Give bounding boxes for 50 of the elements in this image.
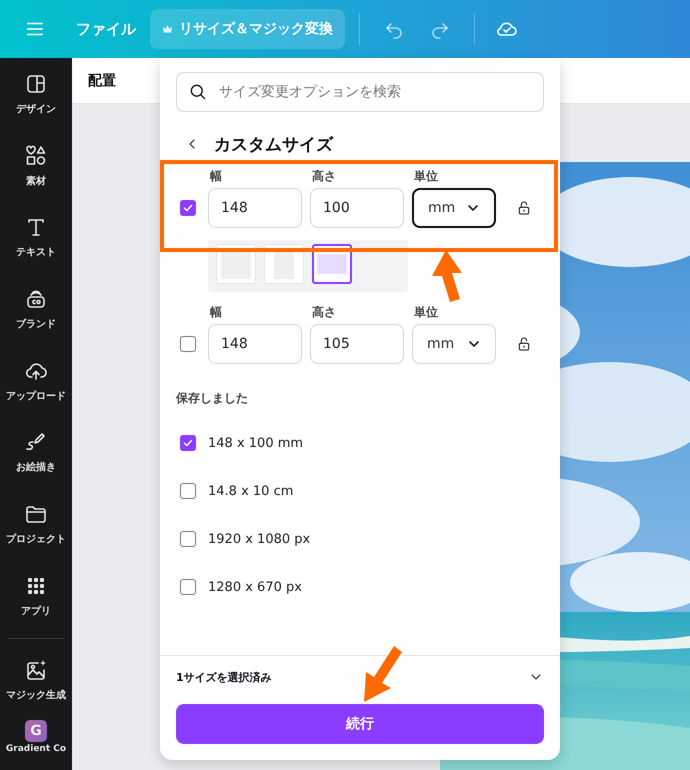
field-label: 幅 — [210, 304, 223, 321]
height-field[interactable]: 100 — [310, 188, 404, 228]
panel-title: カスタムサイズ — [214, 134, 333, 156]
saved-size-label: 14.8 x 10 cm — [208, 484, 294, 498]
saved-size-label: 1920 x 1080 px — [208, 532, 310, 546]
field-label: 幅 — [210, 168, 223, 185]
sidebar-item[interactable]: デザイン — [0, 58, 72, 130]
field-label: 単位 — [414, 168, 439, 185]
image-sparkle-icon — [24, 658, 48, 682]
sidebar-item[interactable]: アプリ — [0, 560, 72, 632]
position-label: 配置 — [88, 72, 116, 90]
field-label: 単位 — [414, 304, 439, 321]
checkmark-icon — [182, 437, 194, 449]
padlock-icon — [516, 200, 532, 216]
sidebar-item[interactable]: 素材 — [0, 130, 72, 202]
size-checkbox[interactable] — [180, 200, 196, 216]
field-label: 高さ — [312, 304, 337, 321]
continue-button[interactable]: 続行 — [176, 704, 544, 744]
app-avatar: G — [25, 720, 47, 742]
saved-size-checkbox[interactable] — [180, 531, 196, 547]
shapes-icon — [24, 144, 48, 168]
width-field[interactable]: 148 — [208, 324, 302, 364]
saved-size-checkbox[interactable] — [180, 483, 196, 499]
unit-dropdown[interactable]: mm — [412, 188, 496, 228]
sidebar-item[interactable]: アップロード — [0, 344, 72, 416]
saved-size-label: 1280 x 670 px — [208, 580, 302, 594]
width-field[interactable]: 148 — [208, 188, 302, 228]
sidebar-item[interactable]: テキスト — [0, 201, 72, 274]
search-field[interactable]: サイズ変更オプションを検索 — [176, 72, 544, 112]
sidebar-item[interactable]: マジック生成 — [0, 644, 72, 716]
unit-dropdown[interactable]: mm — [412, 324, 496, 364]
selection-summary: 1サイズを選択済み — [176, 670, 272, 684]
sidebar-item[interactable]: ブランド — [0, 273, 72, 345]
checkmark-icon — [182, 202, 194, 214]
sidebar-item[interactable]: プロジェクト — [0, 488, 72, 560]
padlock-icon — [516, 336, 532, 352]
height-field[interactable]: 105 — [310, 324, 404, 364]
search-icon — [188, 82, 208, 102]
saved-size-checkbox[interactable] — [180, 579, 196, 595]
saved-size-checkbox[interactable] — [180, 435, 196, 451]
orientation-option[interactable] — [312, 244, 352, 284]
size-checkbox[interactable] — [180, 336, 196, 352]
lock-button[interactable] — [516, 336, 532, 352]
field-label: 高さ — [312, 168, 337, 185]
saved-heading: 保存しました — [176, 390, 249, 407]
lock-button[interactable] — [516, 200, 532, 216]
sidebar-item[interactable]: お絵描き — [0, 416, 72, 488]
saved-size-label: 148 x 100 mm — [208, 436, 304, 450]
crown-icon — [162, 24, 173, 34]
sidebar-item[interactable]: G Gradient Co — [0, 716, 72, 770]
